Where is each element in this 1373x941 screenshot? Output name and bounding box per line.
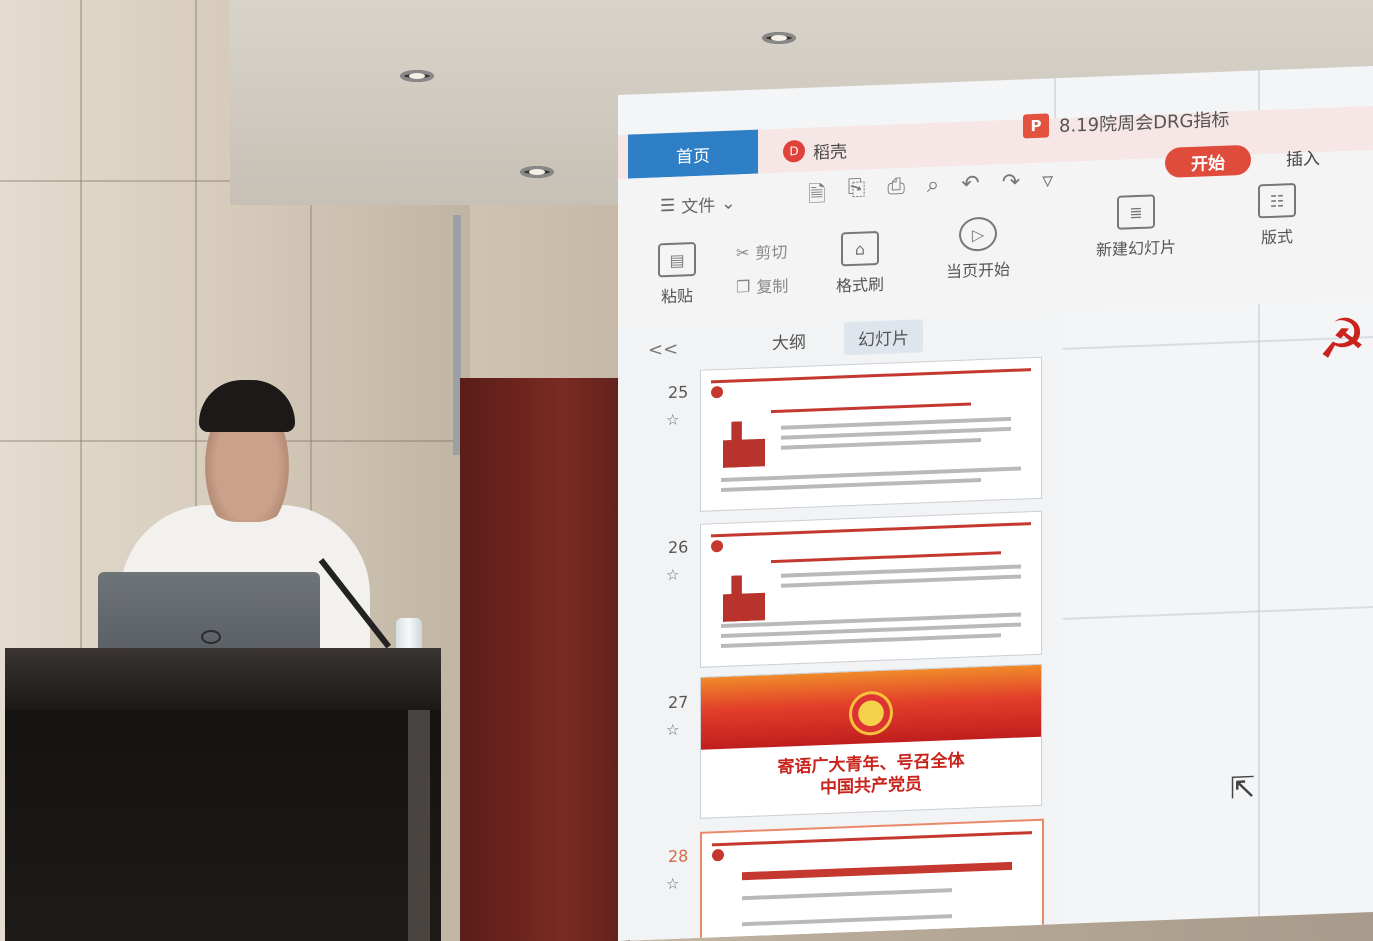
slide-header-rule [712, 831, 1032, 847]
text-line [742, 861, 1012, 881]
tab-insert[interactable]: 插入 [1286, 144, 1320, 170]
export-icon[interactable]: ⎘ [848, 175, 866, 214]
presenter-icon [723, 420, 765, 468]
daoke-logo-icon: D [783, 139, 805, 163]
play-from-current-label: 当页开始 [946, 259, 1011, 282]
new-slide-button[interactable]: ≣ 新建幻灯片 [1096, 194, 1176, 261]
play-from-current-button[interactable]: ▷ 当页开始 [946, 216, 1010, 282]
slide-thumbnail-25[interactable] [700, 356, 1042, 512]
redo-icon[interactable]: ↷ [1002, 170, 1020, 209]
ceiling-light [762, 32, 796, 44]
star-icon: ☆ [666, 410, 680, 430]
paste-icon: ▤ [658, 242, 696, 278]
party-emblem-icon: ☭ [1318, 306, 1367, 372]
tab-home[interactable]: 首页 [628, 129, 758, 179]
text-line [771, 402, 971, 414]
format-painter-icon: ⌂ [841, 230, 879, 267]
chevron-down-icon: ⌄ [721, 192, 736, 214]
party-emblem-icon [712, 848, 724, 862]
slide-number: 27 [668, 692, 689, 713]
tab-slides[interactable]: 幻灯片 [844, 319, 923, 356]
play-icon: ▷ [959, 216, 997, 252]
ceiling-light [400, 70, 434, 82]
slide-number: 26 [668, 537, 689, 558]
new-slide-label: 新建幻灯片 [1096, 237, 1177, 260]
print-preview-icon[interactable]: ⌕ [927, 173, 939, 211]
file-menu-label: 文件 [681, 196, 716, 218]
tab-daoke-label: 稻壳 [813, 141, 847, 164]
podium-leg [408, 710, 430, 941]
podium-top [5, 648, 441, 710]
format-painter-label: 格式刷 [836, 274, 885, 296]
cut-label: 剪切 [755, 242, 788, 263]
text-line [771, 551, 1001, 564]
mouse-cursor-icon: ⇱ [1230, 770, 1256, 807]
copy-label: 复制 [756, 276, 789, 297]
slide-number: 25 [668, 382, 689, 403]
copy-icon: ❐ [736, 276, 751, 296]
customize-icon[interactable]: ▿ [1042, 168, 1053, 206]
tab-outline[interactable]: 大纲 [758, 323, 820, 358]
format-painter-button[interactable]: ⌂ 格式刷 [836, 230, 885, 297]
slide-thumbnail-26[interactable] [700, 510, 1042, 668]
hamburger-icon: ☰ [660, 195, 676, 216]
save-icon[interactable]: 🗎 [808, 177, 826, 216]
text-line [781, 574, 1021, 588]
layout-icon: ☷ [1258, 182, 1296, 219]
cut-button[interactable]: ✂ 剪切 [736, 238, 787, 264]
slide-header-rule [711, 522, 1031, 538]
ceiling-light [520, 166, 554, 178]
tab-daoke[interactable]: D 稻壳 [783, 134, 847, 166]
layout-label: 版式 [1260, 227, 1293, 248]
star-icon: ☆ [666, 874, 680, 894]
print-icon[interactable]: ⎙ [887, 174, 905, 213]
slide-27-title: 寄语广大青年、号召全体 中国共产党员 [701, 747, 1041, 804]
text-line [742, 888, 952, 901]
collapse-panel-button[interactable]: << [648, 339, 678, 361]
presentation-file-icon: P [1023, 113, 1049, 139]
text-line [742, 914, 952, 927]
copy-button[interactable]: ❐ 复制 [736, 272, 788, 298]
text-line [781, 438, 981, 450]
star-icon: ☆ [666, 720, 680, 740]
slide-number: 28 [668, 846, 689, 867]
star-icon: ☆ [666, 565, 680, 585]
scissors-icon: ✂ [736, 242, 750, 262]
tab-start[interactable]: 开始 [1165, 144, 1251, 178]
document-title: 8.19院周会DRG指标 [1059, 109, 1230, 138]
projection-screen: 首页 D 稻壳 P 8.19院周会DRG指标 ☰ 文件 ⌄ 🗎 ⎘ ⎙ ⌕ ↶ … [618, 65, 1373, 941]
slide-thumbnail-28[interactable] [700, 818, 1044, 941]
red-wall-panel [460, 378, 630, 941]
photo-scene: 首页 D 稻壳 P 8.19院周会DRG指标 ☰ 文件 ⌄ 🗎 ⎘ ⎙ ⌕ ↶ … [0, 0, 1373, 941]
layout-button[interactable]: ☷ 版式 [1258, 182, 1296, 248]
slide-header-rule [711, 368, 1031, 384]
paste-label: 粘贴 [660, 286, 693, 307]
presenter-icon [723, 574, 765, 622]
undo-icon[interactable]: ↶ [961, 171, 979, 210]
party-emblem-icon [711, 385, 723, 399]
laptop [98, 572, 320, 654]
paste-button[interactable]: ▤ 粘贴 [658, 242, 696, 307]
file-menu-button[interactable]: ☰ 文件 ⌄ [660, 190, 736, 218]
party-emblem-icon [711, 539, 723, 553]
slide-thumbnail-27[interactable]: 寄语广大青年、号召全体 中国共产党员 [700, 663, 1042, 819]
new-slide-icon: ≣ [1117, 194, 1155, 230]
